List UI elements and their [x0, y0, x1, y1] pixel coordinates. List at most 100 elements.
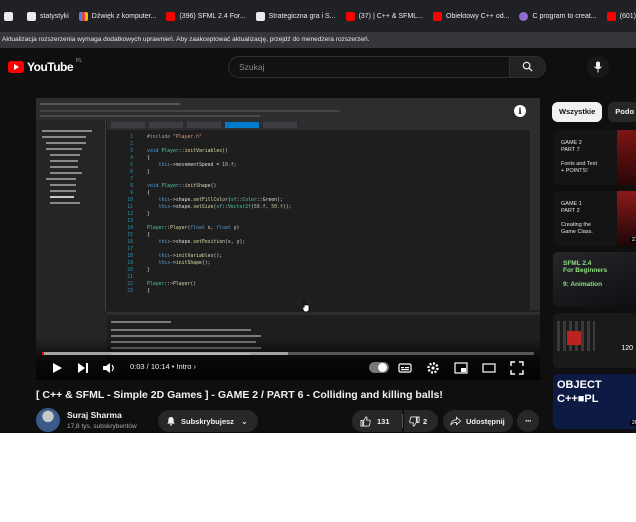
code-token: ::Green);	[256, 198, 283, 203]
settings-gear-icon[interactable]	[426, 361, 440, 375]
line-number: 13	[127, 219, 133, 224]
bookmark-item[interactable]: statystyki	[27, 11, 69, 21]
search-button[interactable]	[509, 57, 545, 77]
document-icon	[4, 11, 13, 21]
bookmark-label: Dźwięk z komputer...	[91, 12, 157, 20]
document-icon	[255, 11, 265, 21]
bookmark-item[interactable]: Dźwięk z komputer...	[78, 11, 157, 21]
channel-name[interactable]: Suraj Sharma	[67, 410, 122, 420]
more-actions-button[interactable]: ···	[517, 410, 539, 432]
video-player[interactable]: 1 #include "Player.h" 2 3 void Player::init…	[36, 98, 540, 380]
code-line: 6}	[107, 169, 530, 176]
bookmark-item[interactable]: (601) Lofi Hip	[606, 11, 636, 21]
ide-right-panel	[530, 120, 540, 310]
subscribe-button[interactable]: Subskrybujesz ⌄	[158, 410, 258, 432]
video-duration: 26	[629, 420, 636, 426]
bookmark-item[interactable]: Strategiczna gra i S...	[255, 11, 336, 21]
bookmark-label: (601) Lofi Hip	[619, 12, 636, 20]
line-number: 23	[127, 289, 133, 294]
progress-bar[interactable]	[42, 352, 534, 355]
code-token: 10.f	[222, 163, 234, 168]
autoplay-toggle[interactable]	[369, 362, 389, 373]
chapter-label[interactable]: • Intro	[172, 362, 192, 371]
recommended-thumbnail[interactable]: GAME 1 PART 2 Creating the Game Class. 2…	[553, 191, 636, 246]
line-number: 15	[127, 233, 133, 238]
share-button[interactable]: Udostępnij	[443, 410, 513, 432]
volume-icon[interactable]	[102, 361, 116, 375]
recommended-thumbnail[interactable]: 120	[553, 313, 636, 368]
search-box	[228, 56, 546, 78]
code-token: }	[147, 268, 150, 273]
play-icon[interactable]	[50, 361, 64, 375]
line-number: 22	[127, 282, 133, 287]
bookmark-label: (37) | C++ & SFML...	[358, 12, 424, 20]
search-input[interactable]	[239, 57, 499, 77]
code-line: 18 this->initVariables();	[107, 253, 530, 260]
code-token: this	[158, 198, 171, 203]
line-number: 2	[130, 142, 133, 147]
code-line: 19 this->initShape();	[107, 260, 530, 267]
subtitles-icon[interactable]	[398, 361, 412, 375]
code-token: Player	[147, 226, 165, 231]
youtube-icon	[433, 11, 443, 21]
code-token: void	[147, 149, 162, 154]
video-info-button[interactable]: i	[514, 105, 526, 117]
youtube-logo[interactable]: YouTube PL	[8, 58, 83, 74]
line-number: 17	[127, 247, 133, 252]
code-token: ();	[213, 254, 223, 259]
code-line: 22 Player::~Player()	[107, 281, 530, 288]
code-token: float	[216, 226, 234, 231]
bookmark-item[interactable]	[4, 11, 17, 21]
code-token: float	[190, 226, 208, 231]
code-line: 21	[107, 274, 530, 281]
bookmark-label: statystyki	[40, 12, 69, 20]
progress-loaded	[42, 352, 288, 355]
line-number: 5	[130, 163, 133, 168]
code-token: Player	[170, 226, 188, 231]
share-label: Udostępnij	[466, 416, 505, 426]
code-token: y)	[233, 226, 240, 231]
logo-country: PL	[76, 58, 83, 64]
thumbnail-text: GAME 1 PART 2 Creating the Game Class.	[561, 201, 593, 235]
code-token: ()	[222, 149, 228, 154]
bookmark-item[interactable]: (37) | C++ & SFML...	[345, 11, 424, 21]
dislike-button[interactable]: 2	[404, 410, 438, 432]
next-icon[interactable]	[76, 361, 90, 375]
code-token: this	[158, 254, 171, 259]
bookmarks-bar: statystyki Dźwięk z komputer... (396) SFML…	[0, 0, 636, 32]
recommended-thumbnail[interactable]: GAME 2 PART 7 Fonts and Text + POINTS!	[553, 130, 636, 185]
bookmark-item[interactable]: (396) SFML 2.4 For...	[166, 11, 246, 21]
ide-menubar	[36, 98, 540, 120]
dislike-count: 2	[423, 416, 428, 426]
voice-search-button[interactable]	[587, 56, 609, 78]
recommended-thumbnail[interactable]: SFML 2.4 For Beginners 9: Animation	[553, 252, 636, 307]
theater-mode-icon[interactable]	[482, 361, 496, 375]
chip-all[interactable]: Wszystkie	[552, 102, 603, 122]
code-token: }	[147, 170, 150, 175]
chip-related[interactable]: Podo	[608, 102, 636, 122]
code-token: Player	[161, 184, 179, 189]
code-line: 14 Player::Player(float x, float y)	[107, 225, 530, 232]
like-button[interactable]: 131	[352, 410, 402, 432]
code-line: 11 this->shape.setSize(sf::Vector2f(50.f…	[107, 204, 530, 211]
code-token: this	[158, 261, 171, 266]
channel-avatar[interactable]	[36, 408, 60, 432]
line-number: 14	[127, 226, 133, 231]
code-line: 12}	[107, 211, 530, 218]
recommended-thumbnail[interactable]: OBJECT C++■PL 26	[553, 374, 636, 429]
line-number: 10	[127, 198, 133, 203]
code-token: 50.f	[271, 205, 283, 210]
code-token: initShape	[184, 184, 211, 189]
bookmark-item[interactable]: Obiektowy C++ od...	[433, 11, 509, 21]
code-token: ::~	[164, 282, 173, 287]
line-number: 3	[130, 149, 133, 154]
bookmark-item[interactable]: C program to creat...	[519, 11, 597, 21]
subscriber-count: 17,8 tys. subskrybentów	[67, 423, 137, 430]
fullscreen-icon[interactable]	[510, 361, 524, 375]
miniplayer-icon[interactable]	[454, 361, 468, 375]
code-line: 13	[107, 218, 530, 225]
code-token: ));	[282, 205, 292, 210]
video-title: [ C++ & SFML - Simple 2D Games ] - GAME …	[36, 389, 443, 401]
